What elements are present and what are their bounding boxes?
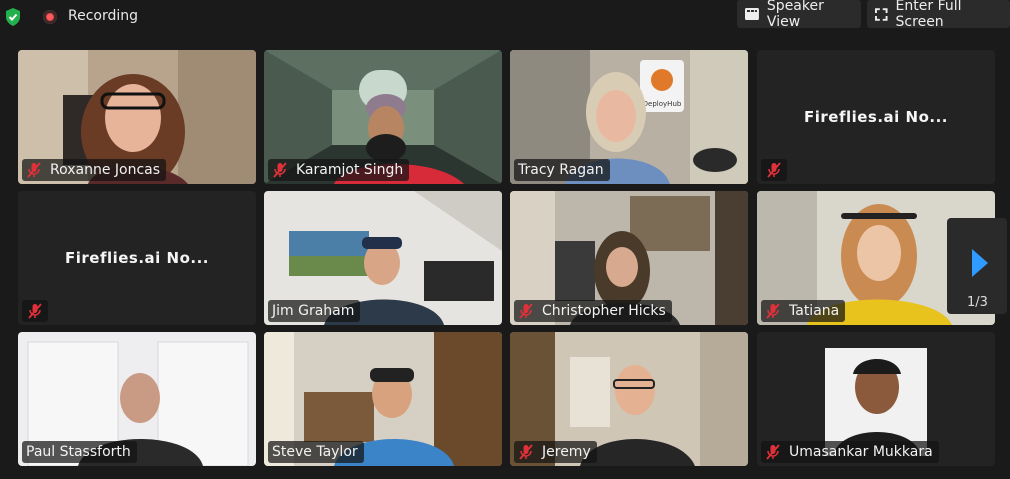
recording-label: Recording [68, 8, 139, 24]
participant-name: Roxanne Joncas [50, 162, 161, 178]
participant-tile[interactable]: Jim Graham [264, 191, 502, 325]
participant-mute-badge [761, 159, 787, 181]
muted-mic-icon [28, 303, 42, 319]
participant-name: Steve Taylor [272, 444, 358, 460]
participant-tile[interactable]: Paul Stassforth [18, 332, 256, 466]
participant-nametag: Jim Graham [268, 300, 361, 322]
top-bar: Recording Speaker View Enter Full Screen [0, 0, 1010, 34]
participant-name: Jeremy [542, 444, 591, 460]
muted-mic-icon [273, 162, 287, 178]
participant-name: Tracy Ragan [518, 162, 604, 178]
participant-tile[interactable]: Karamjot Singh [264, 50, 502, 184]
active-speaker-tile[interactable]: DeployHub Tracy Ragan [510, 50, 748, 184]
participant-tile[interactable]: Steve Taylor [264, 332, 502, 466]
participant-nametag: Jeremy [514, 441, 597, 463]
participant-name: Umasankar Mukkara [789, 444, 933, 460]
participant-nametag: Umasankar Mukkara [761, 441, 939, 463]
chevron-right-icon [972, 249, 988, 277]
participant-nametag: Tracy Ragan [514, 159, 610, 181]
muted-mic-icon [766, 303, 780, 319]
muted-mic-icon [767, 162, 781, 178]
participant-nametag: Tatiana [761, 300, 846, 322]
participant-name: Karamjot Singh [296, 162, 404, 178]
participant-nametag: Karamjot Singh [268, 159, 410, 181]
page-indicator: 1/3 [967, 295, 988, 310]
participant-name: Christopher Hicks [542, 303, 666, 319]
next-page-button[interactable]: 1/3 [947, 218, 1007, 314]
speaker-view-label: Speaker View [766, 0, 824, 30]
shield-icon[interactable] [4, 7, 22, 27]
participant-tile[interactable]: Roxanne Joncas [18, 50, 256, 184]
participant-name-large: Fireflies.ai No... [64, 249, 209, 267]
expand-icon [875, 7, 888, 21]
participant-name-large: Fireflies.ai No... [803, 108, 948, 126]
speaker-view-button[interactable]: Speaker View [737, 0, 861, 30]
speaker-view-icon [745, 8, 759, 20]
participant-name: Jim Graham [272, 303, 355, 319]
full-screen-button[interactable]: Enter Full Screen [867, 0, 1010, 30]
participant-tile[interactable]: Umasankar Mukkara [757, 332, 995, 466]
participant-tile[interactable]: Fireflies.ai No... [18, 191, 256, 325]
muted-mic-icon [519, 444, 533, 460]
recording-icon [43, 10, 57, 24]
participant-tile[interactable]: Fireflies.ai No... [757, 50, 995, 184]
muted-mic-icon [27, 162, 41, 178]
participant-nametag: Paul Stassforth [22, 441, 137, 463]
participant-tile[interactable]: Christopher Hicks [510, 191, 748, 325]
full-screen-label: Enter Full Screen [895, 0, 962, 30]
participant-nametag: Christopher Hicks [514, 300, 672, 322]
muted-mic-icon [519, 303, 533, 319]
participant-mute-badge [22, 300, 48, 322]
participant-name: Paul Stassforth [26, 444, 131, 460]
participant-nametag: Steve Taylor [268, 441, 364, 463]
deployhub-sign: DeployHub [643, 100, 682, 108]
participant-tile[interactable]: Jeremy [510, 332, 748, 466]
participant-name: Tatiana [789, 303, 840, 319]
muted-mic-icon [766, 444, 780, 460]
participant-nametag: Roxanne Joncas [22, 159, 167, 181]
